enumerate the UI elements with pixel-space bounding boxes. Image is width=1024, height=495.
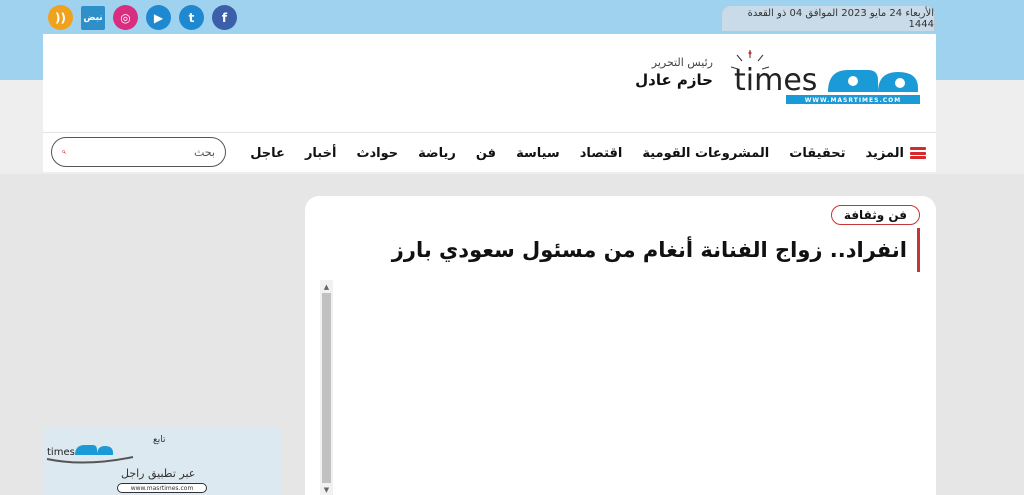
twitter-icon[interactable]: t (179, 5, 204, 30)
logo-url-text: WWW.MASRTIMES.COM (805, 97, 901, 104)
site-logo[interactable]: times WWW.MASRTIMES.COM (728, 48, 928, 108)
search-icon[interactable] (62, 144, 66, 160)
promo-logo-text: times (47, 447, 75, 458)
category-badge[interactable]: فن وثقافة (830, 205, 920, 225)
promo-via-text: عبر تطبيق راجل (121, 467, 196, 480)
scroll-up-icon[interactable]: ▲ (320, 280, 333, 293)
embed-scrollbar[interactable]: ▲ ▼ (320, 280, 333, 495)
scroll-thumb[interactable] (322, 293, 331, 483)
nav-item-economy[interactable]: اقتصاد (580, 146, 623, 161)
nav-item-investigations[interactable]: تحقيقات (789, 146, 845, 161)
menu-icon (910, 147, 926, 159)
nav-item-news[interactable]: أخبار (305, 146, 337, 161)
logo-times-text: times (734, 63, 817, 98)
site-header: times WWW.MASRTIMES.COM رئيس التحرير حاز… (43, 34, 936, 172)
date-display: الأربعاء 24 مايو 2023 الموافق 04 ذو القع… (721, 5, 935, 31)
nav-more-button[interactable]: المزيد (865, 146, 926, 161)
editor-name: حازم عادل (635, 71, 713, 89)
youtube-icon[interactable]: ▶ (146, 5, 171, 30)
nav-item-art[interactable]: فن (476, 146, 496, 161)
promo-logo: times (46, 445, 134, 464)
nabd-icon[interactable]: نبض (81, 6, 105, 30)
search-input[interactable] (70, 145, 215, 159)
article-title: انفراد.. زواج الفنانة أنغام من مسئول سعو… (392, 228, 920, 272)
promo-url: www.masrtimes.com (117, 483, 207, 493)
nav-item-sports[interactable]: رياضة (418, 146, 456, 161)
social-links: )) نبض ◎ ▶ t f (48, 5, 237, 30)
nav-item-politics[interactable]: سياسة (516, 146, 560, 161)
rss-icon[interactable]: )) (48, 5, 73, 30)
scroll-down-icon[interactable]: ▼ (320, 483, 333, 495)
app-promo-banner[interactable]: times تابع عبر تطبيق راجل www.masrtimes.… (43, 427, 281, 495)
nav-more-label: المزيد (865, 145, 904, 161)
promo-follow-text: تابع (153, 435, 166, 445)
editor-info: رئيس التحرير حازم عادل (588, 56, 713, 89)
nav-item-national-projects[interactable]: المشروعات القومية (642, 146, 769, 161)
editor-title: رئيس التحرير (651, 56, 713, 69)
nav-item-accidents[interactable]: حوادث (356, 146, 398, 161)
nav-item-urgent[interactable]: عاجل (250, 146, 285, 161)
article-card: فن وثقافة انفراد.. زواج الفنانة أنغام من… (305, 196, 936, 495)
instagram-icon[interactable]: ◎ (113, 5, 138, 30)
main-nav: عاجل أخبار حوادث رياضة فن سياسة اقتصاد ا… (250, 133, 926, 173)
search-box (51, 137, 226, 167)
facebook-icon[interactable]: f (212, 5, 237, 30)
